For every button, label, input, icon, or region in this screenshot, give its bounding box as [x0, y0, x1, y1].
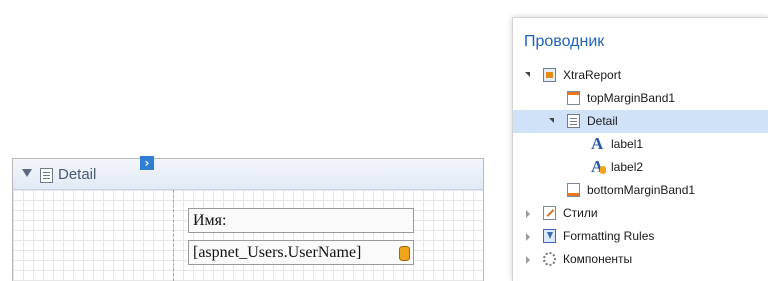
components-icon — [543, 252, 556, 266]
data-binding-icon — [399, 246, 410, 261]
tree-node-components[interactable]: Компоненты — [513, 248, 768, 271]
expand-arrow-icon[interactable] — [549, 118, 554, 123]
tree-node-styles[interactable]: Стили — [513, 202, 768, 225]
report-explorer-panel: Проводник XtraReport topMarginBand1 Deta… — [512, 17, 768, 281]
label2-text: [aspnet_Users.UserName] — [193, 244, 362, 261]
formatting-rules-icon — [543, 229, 556, 243]
tree-node-detail[interactable]: Detail — [513, 110, 768, 133]
report-icon — [543, 68, 556, 82]
tree-node-formatting-rules[interactable]: Formatting Rules — [513, 225, 768, 248]
tree-node-label: Компоненты — [563, 252, 633, 266]
tree-node-label2[interactable]: A label2 — [513, 156, 768, 179]
panel-title: Проводник — [524, 33, 605, 50]
detail-band-icon — [567, 114, 580, 128]
tree-node-label: Стили — [563, 206, 598, 220]
collapse-band-arrow-icon[interactable] — [22, 169, 32, 177]
tree-node-label: bottomMarginBand1 — [587, 183, 696, 197]
label-icon: A — [591, 134, 604, 153]
tree-node-label: label1 — [611, 137, 644, 151]
tree-node-label: Formatting Rules — [563, 229, 655, 243]
tree-node-label: label2 — [611, 160, 644, 174]
tree-node-xtrareport[interactable]: XtraReport — [513, 64, 768, 87]
tree-node-label: topMarginBand1 — [587, 91, 676, 105]
bottom-margin-band-icon — [567, 183, 580, 197]
collapsed-arrow-icon[interactable] — [526, 233, 530, 241]
design-grid — [13, 190, 483, 281]
smart-tag-button[interactable]: › — [140, 156, 154, 170]
report-designer-surface: Detail › Имя: [aspnet_Users.UserName] — [12, 156, 484, 281]
detail-band-icon — [40, 168, 53, 183]
tree-node-label: Detail — [587, 114, 618, 128]
tree-node-bottommarginband1[interactable]: bottomMarginBand1 — [513, 179, 768, 202]
tree-node-label1[interactable]: A label1 — [513, 133, 768, 156]
band-title: Detail — [58, 166, 97, 183]
collapsed-arrow-icon[interactable] — [526, 210, 530, 218]
collapsed-arrow-icon[interactable] — [526, 256, 530, 264]
top-margin-band-icon — [567, 91, 580, 105]
label1-control[interactable]: Имя: — [188, 208, 414, 233]
tree-node-topmarginband1[interactable]: topMarginBand1 — [513, 87, 768, 110]
label2-control[interactable]: [aspnet_Users.UserName] — [188, 240, 414, 265]
expand-arrow-icon[interactable] — [525, 72, 530, 77]
tree-node-label: XtraReport — [563, 68, 622, 82]
label1-text: Имя: — [193, 212, 227, 229]
left-margin-guide — [173, 190, 174, 281]
detail-band-header[interactable]: Detail › — [13, 156, 483, 190]
styles-icon — [543, 206, 556, 220]
bound-label-icon: A — [591, 157, 606, 176]
